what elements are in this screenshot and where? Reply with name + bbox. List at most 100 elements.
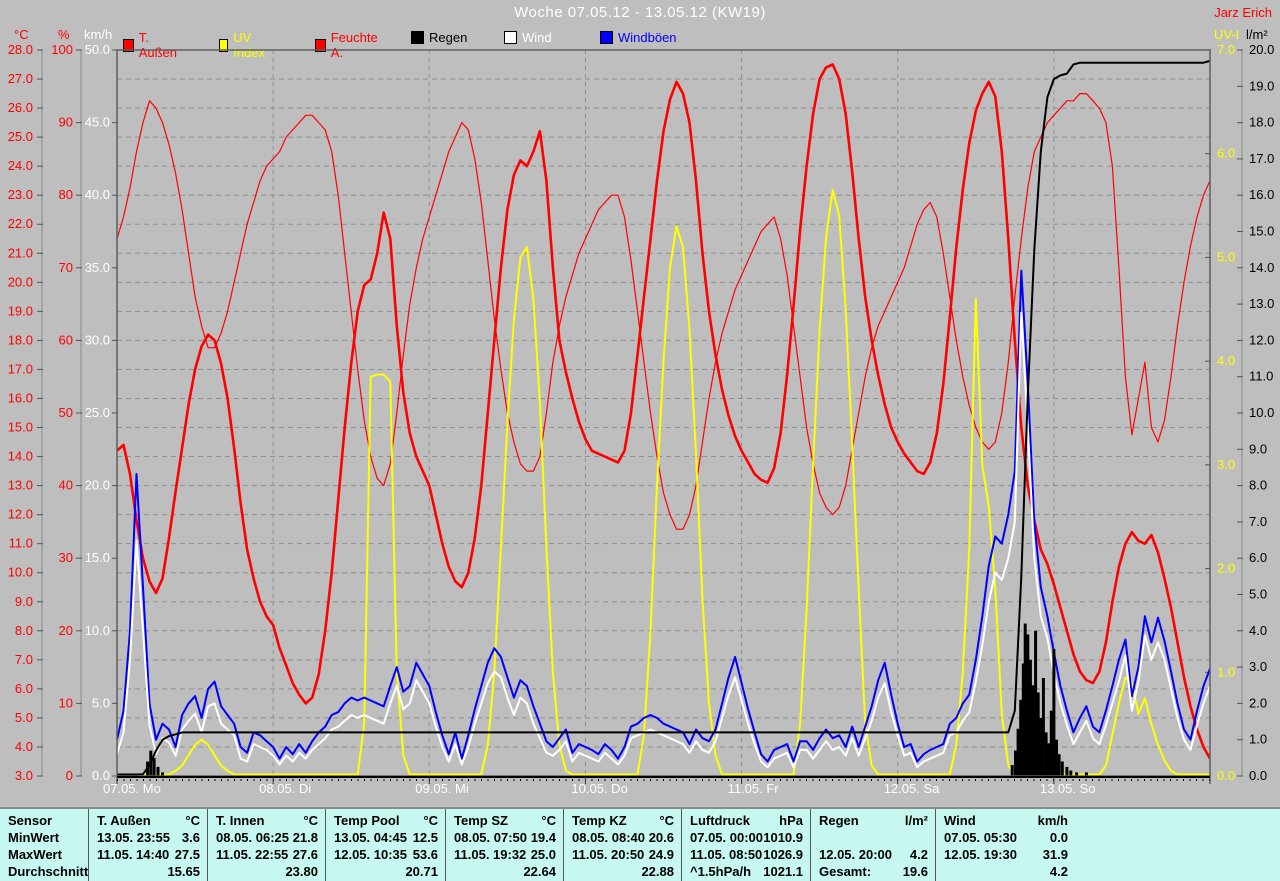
tick-label-kmh: 25.0	[85, 405, 110, 420]
x-axis-label-day: 09.05. Mi	[415, 781, 469, 796]
table-cell-value: 1026.9	[763, 847, 803, 862]
rain-bar	[1019, 699, 1023, 776]
table-cell: T. Innen	[216, 813, 265, 828]
tick-label-uv: 3.0	[1217, 457, 1235, 472]
tick-label-kmh: 20.0	[85, 478, 110, 493]
tick-label-tempC: 16.0	[8, 390, 33, 405]
x-axis-label-day: 08.05. Di	[259, 781, 312, 796]
tick-label-tempC: 13.0	[8, 478, 33, 493]
table-cell-value: 23.80	[285, 864, 318, 879]
table-cell-value: 20.71	[405, 864, 438, 879]
tick-label-lm2: 1.0	[1249, 732, 1267, 747]
tick-label-tempC: 27.0	[8, 71, 33, 86]
table-cell-value: 27.6	[292, 847, 318, 862]
table-cell: Temp KZ	[572, 813, 627, 828]
tick-label-lm2: 15.0	[1249, 224, 1274, 239]
table-column-temp-sz: Temp SZ °C 08.05. 07:50 19.4 11.05. 19:32 25.…	[445, 809, 564, 881]
tick-label-percent: 100	[51, 42, 73, 57]
rain-bar	[1028, 659, 1032, 776]
table-cell: Regen	[819, 813, 859, 828]
tick-label-lm2: 8.0	[1249, 478, 1267, 493]
table-column-regen: Regen l/m² 12.05. 20:00 4.2 Gesamt: 19.6	[810, 809, 936, 881]
tick-label-tempC: 12.0	[8, 507, 33, 522]
rain-bar	[1031, 685, 1035, 776]
table-cell: 13.05. 04:45	[334, 830, 408, 845]
tick-label-lm2: 7.0	[1249, 514, 1267, 529]
table-cell: 08.05. 08:40	[572, 830, 646, 845]
x-axis-label-day: 10.05. Do	[571, 781, 628, 796]
tick-label-lm2: 10.0	[1249, 405, 1274, 420]
table-cell: MinWert	[8, 830, 60, 845]
tick-label-lm2: 14.0	[1249, 260, 1274, 275]
tick-label-tempC: 21.0	[8, 245, 33, 260]
table-cell-value: °C	[541, 813, 556, 828]
table-cell-value: 22.64	[523, 864, 556, 879]
table-cell-value: 24.9	[648, 847, 674, 862]
tick-label-tempC: 18.0	[8, 332, 33, 347]
weather-station-chart-window: Woche 07.05.12 - 13.05.12 (KW19) Jarz Er…	[0, 0, 1280, 881]
table-cell: Temp Pool	[334, 813, 400, 828]
table-cell: 12.05. 19:30	[944, 847, 1018, 862]
tick-label-percent: 70	[59, 260, 73, 275]
tick-label-tempC: 24.0	[8, 158, 33, 173]
tick-label-tempC: 19.0	[8, 303, 33, 318]
table-cell-value: 53.6	[412, 847, 438, 862]
table-cell-value: 0.0	[1049, 830, 1068, 845]
table-cell-value: 4.2	[1049, 864, 1068, 879]
tick-label-lm2: 2.0	[1249, 695, 1267, 710]
tick-label-lm2: 13.0	[1249, 296, 1274, 311]
table-cell-value: °C	[185, 813, 200, 828]
tick-label-uv: 4.0	[1217, 353, 1235, 368]
table-cell: Durchschnitt	[8, 864, 89, 879]
x-axis-label-day: 12.05. Sa	[883, 781, 940, 796]
table-cell: 12.05. 10:35	[334, 847, 408, 862]
rain-bar	[1036, 692, 1040, 776]
tick-label-tempC: 7.0	[15, 652, 33, 667]
rain-bar	[146, 761, 150, 776]
tick-label-tempC: 14.0	[8, 449, 33, 464]
table-cell-value: 19.4	[530, 830, 556, 845]
rain-bar	[152, 757, 156, 776]
tick-label-uv: 5.0	[1217, 249, 1235, 264]
rain-bar	[1044, 732, 1048, 776]
tick-label-lm2: 17.0	[1249, 151, 1274, 166]
tick-label-lm2: 11.0	[1249, 369, 1273, 384]
tick-label-percent: 10	[59, 695, 73, 710]
tick-label-kmh: 15.0	[85, 550, 110, 565]
tick-label-kmh: 50.0	[85, 42, 110, 57]
rain-bar	[1039, 717, 1043, 776]
tick-label-uv: 1.0	[1217, 664, 1235, 679]
rain-bar	[1057, 754, 1061, 776]
rain-bar	[1034, 630, 1038, 776]
tick-label-tempC: 9.0	[15, 594, 33, 609]
table-column-t-au-en: T. Außen °C 13.05. 23:55 3.6 11.05. 14:40 27.…	[88, 809, 208, 881]
rain-bar	[1010, 765, 1014, 776]
table-cell-value: l/m²	[904, 813, 928, 828]
table-cell-value: 22.88	[641, 864, 674, 879]
tick-label-lm2: 4.0	[1249, 623, 1267, 638]
tick-label-kmh: 10.0	[85, 623, 110, 638]
tick-label-percent: 40	[59, 478, 73, 493]
tick-label-tempC: 3.0	[15, 768, 33, 783]
series-uv-index	[117, 189, 1210, 776]
tick-label-uv: 7.0	[1217, 42, 1235, 57]
table-column-temp-kz: Temp KZ °C 08.05. 08:40 20.6 11.05. 20:50 24.…	[563, 809, 682, 881]
series-wind	[117, 311, 1210, 769]
tick-label-percent: 30	[59, 550, 73, 565]
tick-label-tempC: 10.0	[8, 565, 33, 580]
tick-label-percent: 90	[59, 115, 73, 130]
tick-label-percent: 20	[59, 623, 73, 638]
tick-label-lm2: 20.0	[1249, 42, 1274, 57]
table-cell-value: 25.0	[530, 847, 556, 862]
table-cell-value: °C	[303, 813, 318, 828]
tick-label-kmh: 35.0	[85, 260, 110, 275]
tick-label-lm2: 12.0	[1249, 332, 1274, 347]
tick-label-kmh: 30.0	[85, 332, 110, 347]
tick-label-lm2: 5.0	[1249, 587, 1267, 602]
tick-label-tempC: 26.0	[8, 100, 33, 115]
table-cell: Gesamt:	[819, 864, 872, 879]
rain-bar	[1049, 710, 1053, 776]
table-cell-value: °C	[423, 813, 438, 828]
tick-label-tempC: 8.0	[15, 623, 33, 638]
table-cell-value: 4.2	[909, 847, 928, 862]
